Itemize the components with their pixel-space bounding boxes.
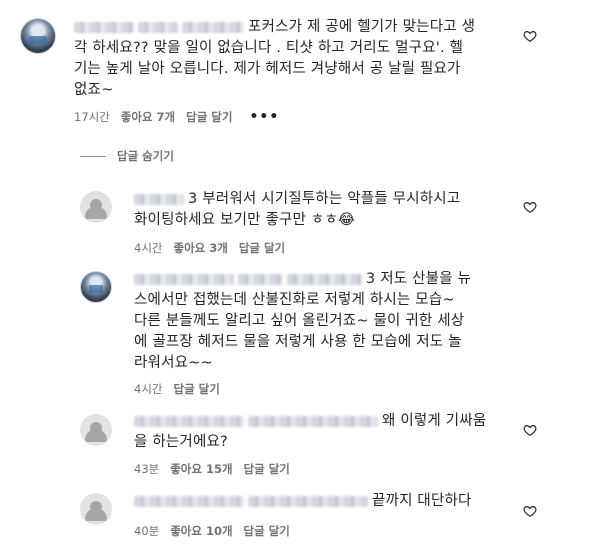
reply-time: 40분 [134, 524, 160, 538]
reply-meta: 4시간 답글 달기 [134, 381, 220, 397]
likes-count[interactable]: 좋아요 10개 [170, 523, 232, 539]
reply-text: 3 부러워서 시기질투하는 악플들 무시하시고 화이팅하세요 보기만 좋구만 ㅎ… [134, 189, 514, 231]
reply-text: 끝까지 대단하다 [134, 491, 514, 512]
reply-text-line3: 다른 분들께도 알리고 싶어 올린거죠~ 물이 귀한 세상 [134, 313, 465, 329]
blurred-username[interactable] [287, 273, 362, 285]
like-heart-icon[interactable] [523, 504, 537, 518]
reply-text: 왜 이렇게 기싸움 을 하는거에요? [134, 411, 514, 453]
blurred-username[interactable] [138, 21, 178, 33]
blurred-username[interactable] [248, 415, 378, 427]
likes-count[interactable]: 좋아요 15개 [170, 461, 232, 477]
blurred-username[interactable] [182, 21, 244, 33]
hide-replies-toggle[interactable]: 답글 숨기기 [80, 148, 174, 164]
reply-text-line1: 3 부러워서 시기질투하는 악플들 무시하시고 [188, 191, 461, 207]
reply-time: 4시간 [134, 241, 163, 255]
more-options-icon[interactable]: ••• [249, 109, 279, 125]
blurred-username[interactable] [134, 273, 234, 285]
comment-text-line3: 기는 높게 날아 오릅니다. 제가 헤저드 겨냥해서 공 날릴 필요가 [74, 61, 461, 77]
divider-line [80, 155, 106, 157]
likes-count[interactable]: 좋아요 3개 [173, 240, 227, 256]
reply-time: 43분 [134, 462, 160, 476]
reply-time: 4시간 [134, 382, 163, 396]
reply-text-line1: 3 저도 산불을 뉴 [366, 271, 472, 287]
reply-text-line1: 끝까지 대단하다 [372, 493, 472, 509]
comment-time: 17시간 [74, 110, 110, 124]
reply-text-line1: 왜 이렇게 기싸움 [382, 413, 487, 429]
blurred-username[interactable] [134, 495, 244, 507]
hide-replies-label[interactable]: 답글 숨기기 [117, 148, 174, 164]
reply-meta: 4시간 좋아요 3개 답글 달기 [134, 240, 285, 256]
comment-text-line2: 각 하세요?? 맞을 일이 없습니다 . 티샷 하고 거리도 멀구요'. 헬 [74, 40, 464, 56]
reply-button[interactable]: 답글 달기 [244, 523, 290, 539]
reply-button[interactable]: 답글 달기 [173, 381, 219, 397]
like-heart-icon[interactable] [523, 29, 537, 43]
reply-text-line2: 스에서만 접했는데 산불진화로 저렇게 하시는 모습~ [134, 292, 455, 308]
avatar[interactable] [20, 18, 56, 54]
comment-text-line4: 없죠~ [74, 82, 114, 98]
reply-text: 3 저도 산불을 뉴 스에서만 접했는데 산불진화로 저렇게 하시는 모습~ 다… [134, 269, 514, 374]
blurred-username[interactable] [74, 21, 134, 33]
reply-meta: 43분 좋아요 15개 답글 달기 [134, 461, 290, 477]
reply-button[interactable]: 답글 달기 [239, 240, 285, 256]
avatar[interactable] [80, 191, 112, 223]
blurred-username[interactable] [248, 495, 368, 507]
blurred-username[interactable] [134, 193, 184, 205]
reply-text-line2: 을 하는거에요? [134, 434, 228, 450]
reply-button[interactable]: 답글 달기 [244, 461, 290, 477]
reply-button[interactable]: 답글 달기 [186, 109, 232, 125]
comment-text: 포커스가 제 공에 헬기가 맞는다고 생 각 하세요?? 맞을 일이 없습니다 … [74, 17, 514, 101]
reply-text-line5: 라워서요~~ [134, 355, 213, 371]
avatar[interactable] [80, 414, 112, 446]
comment-text-line1: 포커스가 제 공에 헬기가 맞는다고 생 [248, 19, 476, 35]
like-heart-icon[interactable] [523, 423, 537, 437]
avatar[interactable] [80, 493, 112, 525]
reply-text-line4: 에 골프장 헤저드 물을 저렇게 사용 한 모습에 저도 놀 [134, 334, 462, 350]
blurred-username[interactable] [134, 415, 244, 427]
blurred-username[interactable] [238, 273, 283, 285]
reply-meta: 40분 좋아요 10개 답글 달기 [134, 523, 290, 539]
comment-meta: 17시간 좋아요 7개 답글 달기 ••• [74, 109, 279, 125]
like-heart-icon[interactable] [523, 200, 537, 214]
likes-count[interactable]: 좋아요 7개 [121, 109, 175, 125]
avatar[interactable] [80, 271, 112, 303]
laughing-emoji-icon: 😂 [338, 212, 356, 228]
reply-text-line2: 화이팅하세요 보기만 좋구만 ㅎㅎ [134, 212, 338, 228]
